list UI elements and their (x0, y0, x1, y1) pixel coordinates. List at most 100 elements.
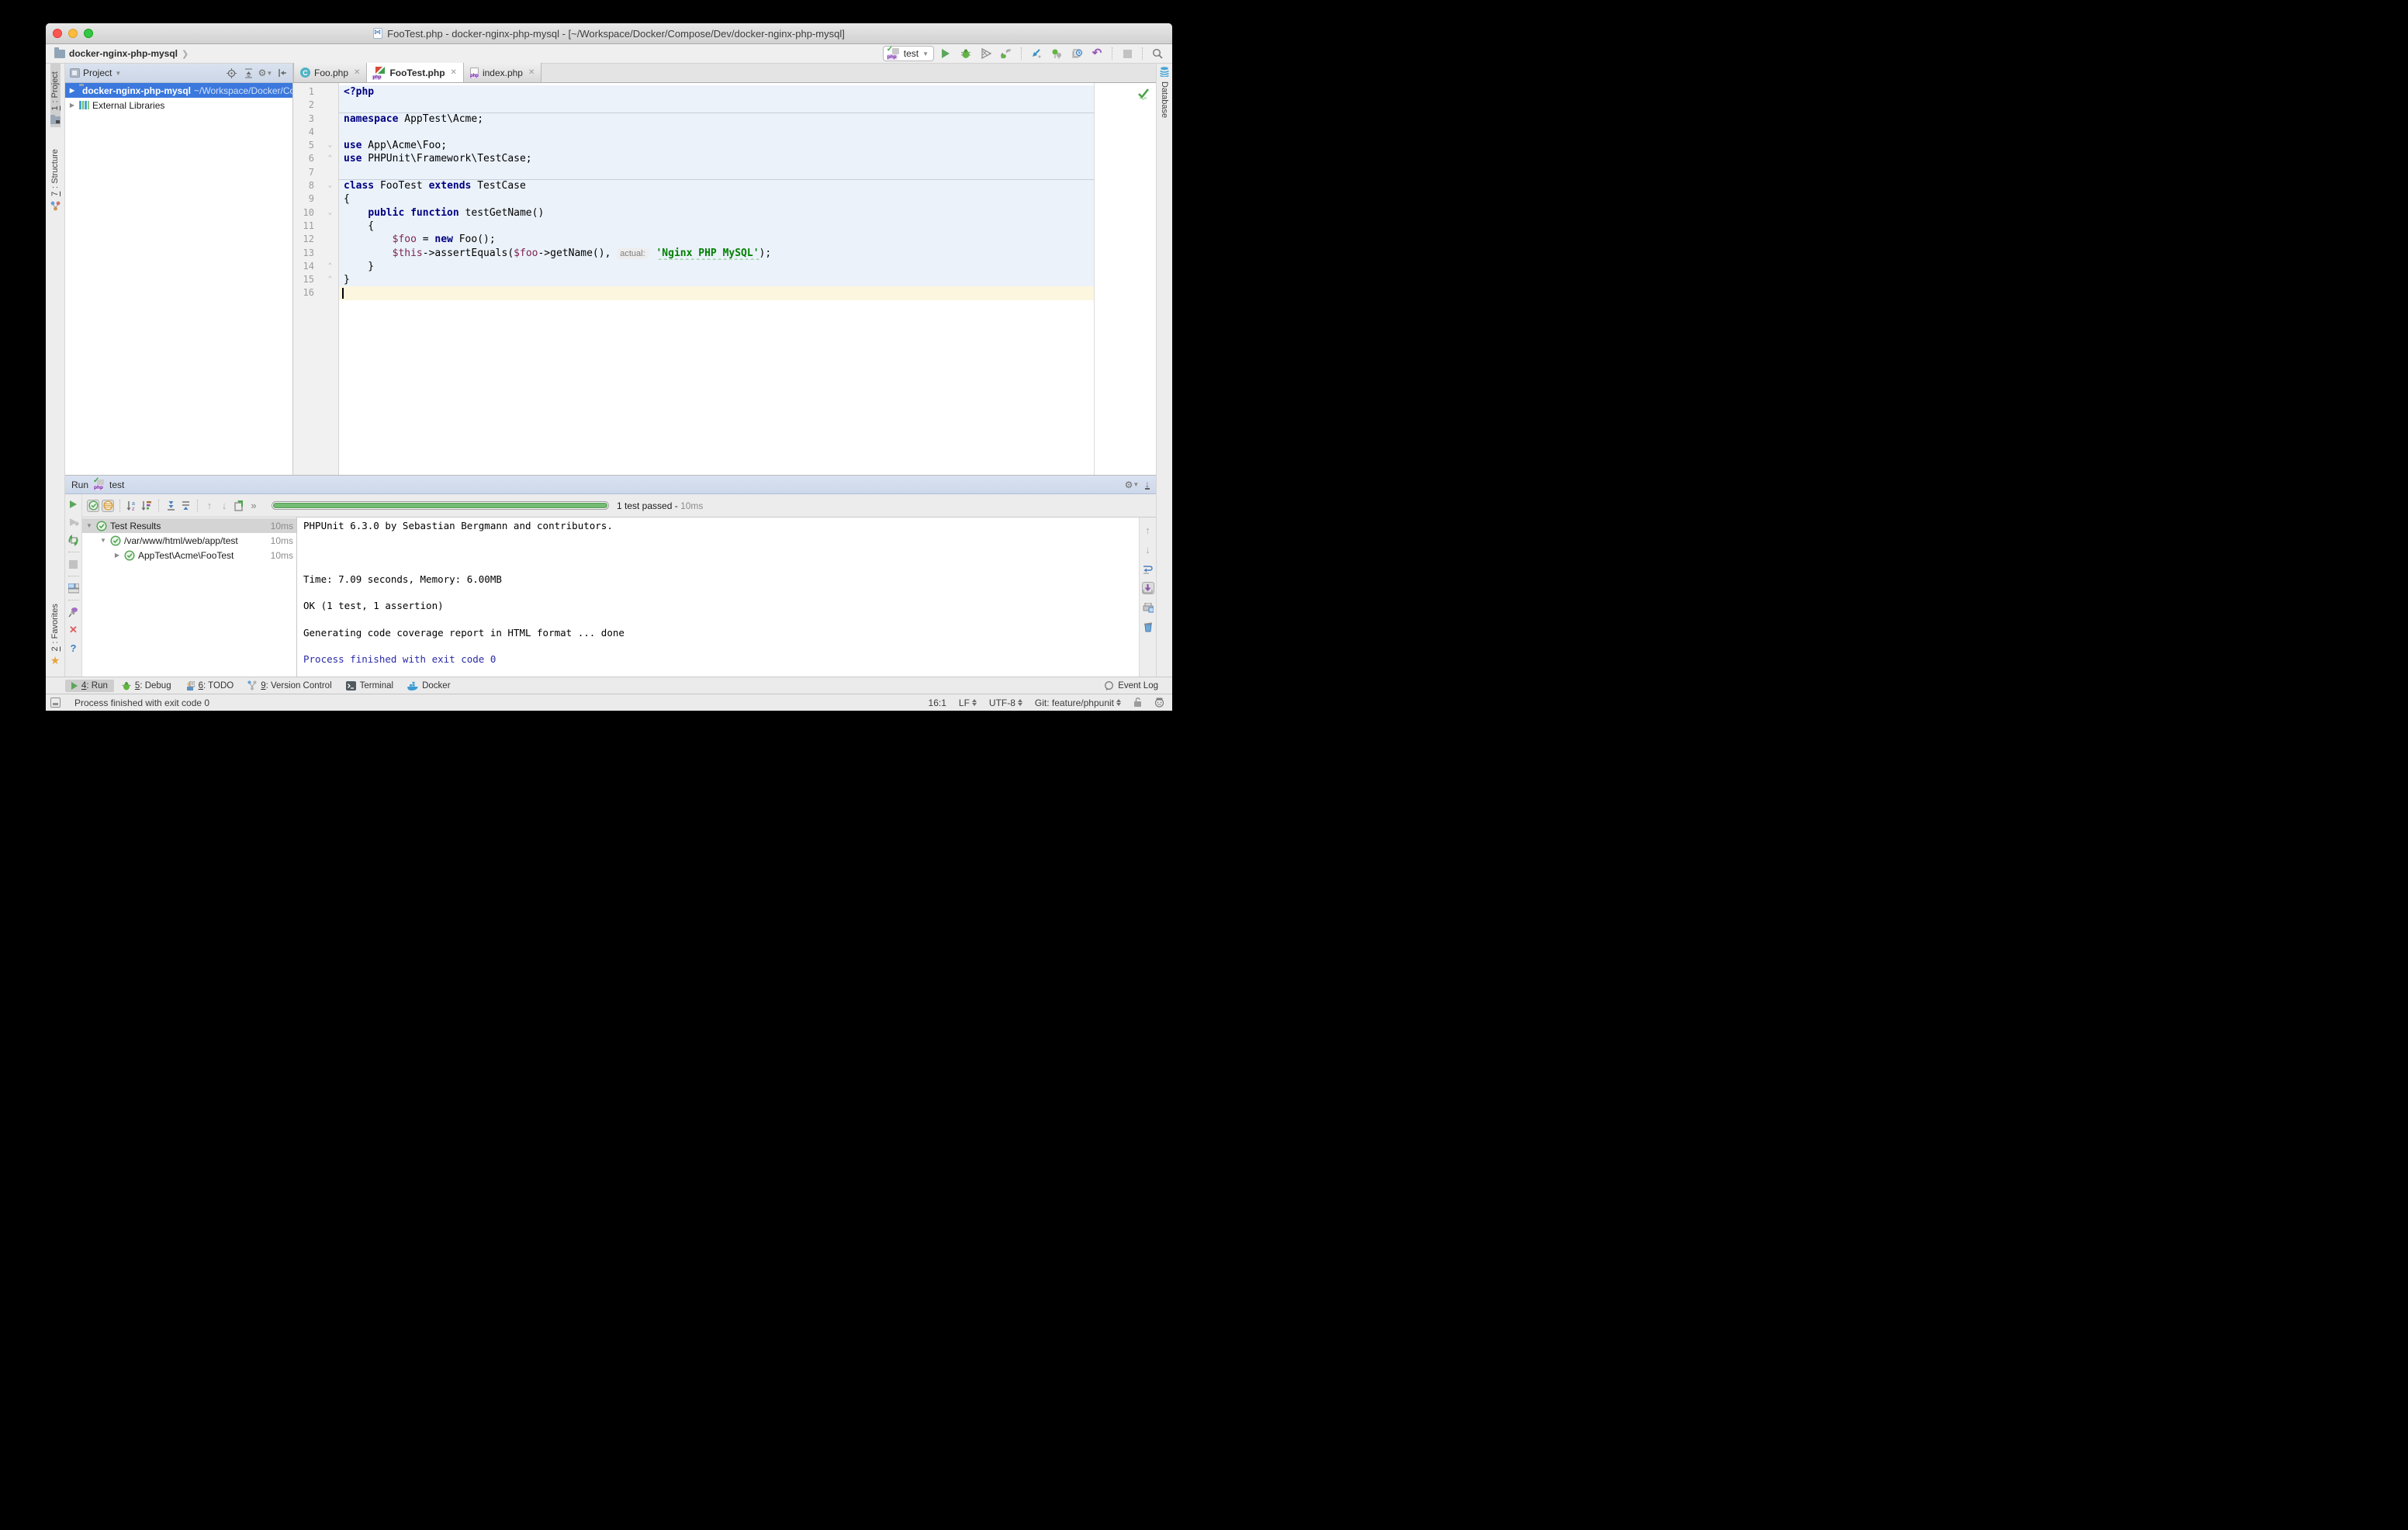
code-line-9: { (339, 192, 1094, 206)
code-line-5: use App\Acme\Foo; (339, 139, 1094, 152)
line-ending-widget[interactable]: LF (959, 698, 977, 708)
expand-arrow-icon[interactable]: ▶ (68, 87, 76, 94)
rerun-failed-tests-button[interactable] (67, 516, 80, 528)
run-with-coverage-button[interactable] (977, 46, 995, 61)
help-button[interactable]: ? (67, 642, 80, 654)
recent-changes-button[interactable] (1068, 46, 1085, 61)
tree-row-external-libraries[interactable]: ▶ External Libraries (65, 98, 292, 112)
expand-all-button[interactable] (164, 500, 177, 512)
close-icon[interactable]: ✕ (354, 68, 360, 77)
previous-occurrence-button[interactable]: ↑ (1142, 524, 1154, 536)
encoding-widget[interactable]: UTF-8 (989, 698, 1022, 708)
collapse-all-button[interactable] (243, 68, 254, 78)
gutter-line-5: 5⌄ (293, 139, 338, 152)
lock-icon[interactable] (1133, 698, 1142, 708)
stop-button[interactable] (67, 558, 80, 570)
close-icon[interactable]: ✕ (528, 68, 535, 77)
tab-footest-php[interactable]: php FooTest.php ✕ (367, 63, 464, 82)
collapse-all-button[interactable] (179, 500, 192, 512)
restore-layout-button[interactable] (67, 582, 80, 594)
hide-panel-button[interactable]: ↓ (1145, 480, 1150, 490)
update-project-button[interactable] (1028, 46, 1045, 61)
toolwindow-docker-button[interactable]: Docker (401, 680, 456, 692)
next-occurrence-button[interactable]: ↓ (1142, 543, 1154, 556)
print-button[interactable] (1142, 601, 1154, 614)
more-actions-chevron[interactable]: » (247, 500, 260, 512)
test-tree-row-root[interactable]: ▼ Test Results 10ms (82, 518, 296, 533)
parameter-hint-inlay: actual: (617, 248, 648, 259)
git-branch-widget[interactable]: Git: feature/phpunit (1035, 698, 1121, 708)
sidebar-item-structure[interactable]: 7: Structure (50, 141, 61, 214)
settings-gear-icon[interactable]: ⚙▼ (1126, 479, 1137, 490)
commit-changes-button[interactable] (1048, 46, 1065, 61)
listen-php-debug-button[interactable] (998, 46, 1015, 61)
run-tool-window: Run php✓ test ⚙▼ ↓ (65, 475, 1156, 677)
sidebar-item-database[interactable]: Database (1160, 64, 1169, 126)
previous-failed-test-button[interactable]: ↑ (203, 500, 216, 512)
run-button[interactable] (937, 46, 954, 61)
toolwindow-version-control-button[interactable]: 9: Version Control (241, 679, 337, 692)
stop-button[interactable] (1119, 46, 1136, 61)
pin-tab-button[interactable] (67, 606, 80, 618)
test-tree-row-class[interactable]: ▶ AppTest\Acme\FooTest 10ms (82, 548, 296, 562)
close-icon[interactable]: ✕ (451, 68, 457, 77)
favorites-star-icon: ★ (50, 656, 61, 666)
collapse-arrow-icon[interactable]: ▼ (85, 522, 93, 529)
fold-marker-icon[interactable]: ⌄ (328, 207, 332, 219)
tab-index-php[interactable]: php index.php ✕ (464, 63, 541, 82)
scroll-from-source-button[interactable] (226, 68, 237, 78)
fold-marker-icon[interactable]: ⌃ (328, 153, 332, 164)
fold-marker-icon[interactable]: ⌄ (328, 140, 332, 151)
expand-arrow-icon[interactable]: ▶ (68, 102, 76, 109)
expand-arrow-icon[interactable]: ▶ (113, 552, 121, 559)
toolwindow-run-button[interactable]: 4: Run (65, 680, 114, 692)
zoom-window-button[interactable] (84, 29, 93, 38)
test-console-output[interactable]: PHPUnit 6.3.0 by Sebastian Bergmann and … (297, 518, 1139, 677)
scroll-to-end-toggle[interactable] (1142, 582, 1154, 594)
debug-button[interactable] (957, 46, 974, 61)
editor-body[interactable]: 12345⌄6⌃78⌄910⌄11121314⌃15⌃16 <?phpnames… (293, 83, 1156, 475)
soft-wrap-toggle[interactable] (1142, 562, 1154, 575)
fold-marker-icon[interactable]: ⌄ (328, 180, 332, 192)
fold-marker-icon[interactable]: ⌃ (328, 274, 332, 286)
search-everywhere-button[interactable] (1149, 46, 1166, 61)
toolwindow-switcher-icon[interactable] (50, 698, 61, 708)
inspection-status-ok-icon[interactable] (1137, 88, 1150, 100)
caret-position-widget[interactable]: 16:1 (929, 698, 946, 708)
sort-by-duration-button[interactable] (140, 500, 153, 512)
show-passed-toggle[interactable] (87, 500, 99, 512)
fold-marker-icon[interactable]: ⌃ (328, 261, 332, 272)
next-failed-test-button[interactable]: ↓ (218, 500, 230, 512)
rerun-button[interactable] (67, 498, 80, 511)
highlighting-level-icon[interactable] (1154, 698, 1164, 708)
settings-gear-icon[interactable]: ⚙▼ (260, 68, 271, 78)
sidebar-item-favorites[interactable]: 2: Favorites ★ (50, 596, 61, 669)
run-configuration-selector[interactable]: php✓ test ▼ (883, 46, 934, 61)
show-ignored-toggle[interactable] (102, 500, 114, 512)
sort-alphabetically-button[interactable]: az (126, 500, 138, 512)
breadcrumb[interactable]: docker-nginx-php-mysql ❯ (54, 48, 189, 59)
toolwindow-debug-button[interactable]: 5: Debug (116, 680, 178, 692)
rerun-with-coverage-button[interactable] (67, 534, 80, 546)
console-line-9: Generating code coverage report in HTML … (303, 626, 1139, 639)
gutter-line-16: 16 (293, 286, 338, 299)
sidebar-item-project[interactable]: 1: Project (50, 64, 61, 127)
minimize-window-button[interactable] (68, 29, 78, 38)
toolwindow-todo-button[interactable]: 6: TODO (179, 680, 240, 692)
rollback-button[interactable]: ↶ (1088, 46, 1105, 61)
hide-panel-button[interactable] (277, 68, 288, 78)
tree-row-project-root[interactable]: ▶ docker-nginx-php-mysql ~/Workspace/Doc… (65, 83, 292, 98)
toolwindow-terminal-button[interactable]: Terminal (340, 680, 400, 692)
breadcrumb-project[interactable]: docker-nginx-php-mysql (69, 48, 178, 59)
clear-all-button[interactable] (1142, 621, 1154, 633)
import-test-results-button[interactable] (233, 500, 245, 512)
tab-foo-php[interactable]: C Foo.php ✕ (293, 63, 367, 82)
run-panel-header[interactable]: Run php✓ test ⚙▼ ↓ (65, 476, 1156, 494)
close-panel-button[interactable]: ✕ (67, 624, 80, 636)
code-pane[interactable]: <?phpnamespace AppTest\Acme;use App\Acme… (339, 83, 1156, 475)
test-tree-row-suite[interactable]: ▼ /var/www/html/web/app/test 10ms (82, 533, 296, 548)
collapse-arrow-icon[interactable]: ▼ (99, 537, 107, 544)
close-window-button[interactable] (53, 29, 62, 38)
project-view-selector[interactable]: Project ▼ (70, 68, 121, 78)
event-log-button[interactable]: Event Log (1098, 680, 1164, 692)
